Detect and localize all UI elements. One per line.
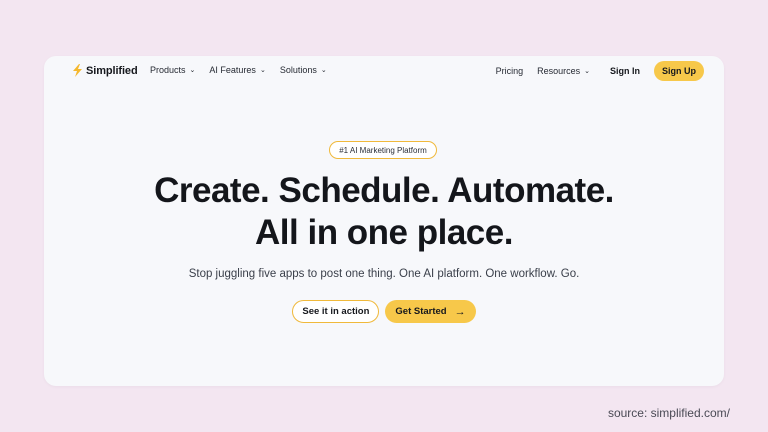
nav-item-resources[interactable]: Resources ⌄ — [537, 66, 590, 76]
chevron-down-icon: ⌄ — [584, 68, 590, 75]
top-nav: Simplified Products ⌄ AI Features ⌄ Solu… — [44, 56, 724, 86]
chevron-down-icon: ⌄ — [320, 67, 327, 74]
nav-item-label: Pricing — [495, 66, 524, 76]
browser-card: Simplified Products ⌄ AI Features ⌄ Solu… — [44, 56, 724, 386]
chevron-down-icon: ⌄ — [259, 67, 266, 74]
button-label: See it in action — [302, 306, 370, 317]
cta-row: See it in action Get Started → — [44, 300, 724, 323]
headline-line-1: Create. Schedule. Automate. — [154, 171, 614, 210]
nav-item-label: AI Features — [209, 65, 256, 75]
logo-text: Simplified — [86, 64, 138, 77]
chevron-down-icon: ⌄ — [189, 67, 196, 74]
logo[interactable]: Simplified — [72, 64, 138, 77]
nav-item-label: Products — [150, 65, 186, 75]
sign-in-link[interactable]: Sign In — [610, 66, 640, 76]
sign-up-button[interactable]: Sign Up — [654, 61, 704, 81]
arrow-right-icon: → — [454, 305, 466, 318]
nav-item-solutions[interactable]: Solutions ⌄ — [280, 65, 327, 75]
source-caption: source: simplified.com/ — [607, 406, 730, 420]
nav-right-menu: Pricing Resources ⌄ Sign In Sign Up — [496, 61, 704, 81]
nav-item-ai-features[interactable]: AI Features ⌄ — [209, 65, 265, 75]
headline-line-2: All in one place. — [255, 213, 513, 252]
get-started-button[interactable]: Get Started → — [385, 300, 476, 323]
platform-badge: #1 AI Marketing Platform — [329, 141, 437, 159]
hero-headline: Create. Schedule. Automate. All in one p… — [44, 170, 724, 254]
nav-item-pricing[interactable]: Pricing — [496, 66, 524, 76]
hero-subheadline: Stop juggling five apps to post one thin… — [188, 268, 580, 280]
simplified-logo-icon — [73, 64, 82, 77]
button-label: Get Started — [395, 306, 447, 317]
nav-left-menu: Products ⌄ AI Features ⌄ Solutions ⌄ — [150, 65, 327, 75]
nav-item-label: Solutions — [279, 65, 317, 75]
nav-item-products[interactable]: Products ⌄ — [150, 65, 195, 75]
see-it-in-action-button[interactable]: See it in action — [292, 300, 380, 323]
nav-item-label: Resources — [537, 66, 581, 76]
